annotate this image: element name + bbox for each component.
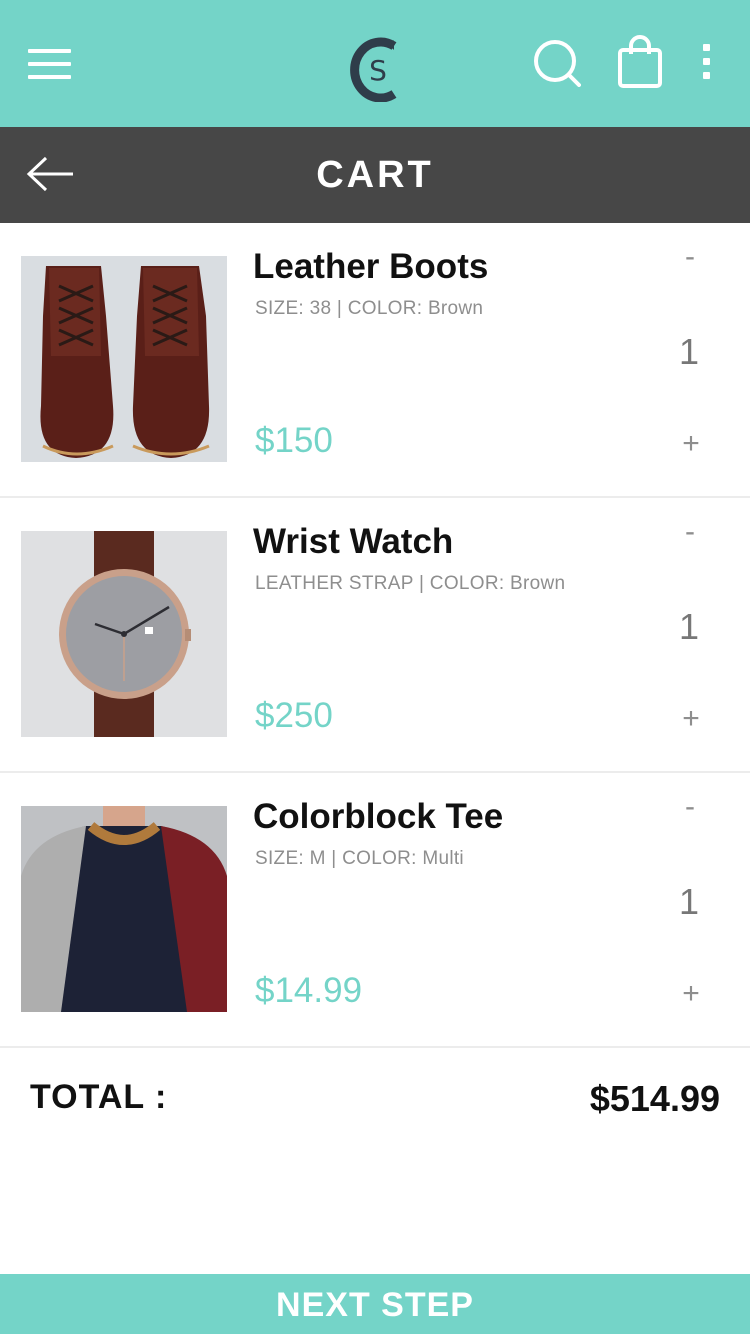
product-price: $14.99: [255, 971, 363, 1010]
next-step-button[interactable]: NEXT STEP: [0, 1274, 750, 1334]
product-meta: LEATHER STRAP | COLOR: Brown: [255, 573, 566, 594]
product-meta: SIZE: M | COLOR: Multi: [255, 848, 464, 869]
brand-logo[interactable]: S: [348, 36, 404, 103]
cart-item: Wrist Watch LEATHER STRAP | COLOR: Brown…: [0, 498, 750, 773]
decrease-quantity-button[interactable]: -: [672, 514, 708, 550]
decrease-quantity-button[interactable]: -: [672, 789, 708, 825]
product-image-leather-boots[interactable]: [21, 256, 227, 462]
product-meta: SIZE: 38 | COLOR: Brown: [255, 298, 484, 319]
more-vertical-icon[interactable]: [698, 44, 716, 84]
total-value: $514.99: [589, 1078, 720, 1119]
product-price: $150: [255, 421, 333, 460]
hamburger-menu-icon[interactable]: [28, 49, 72, 79]
cart-item: Leather Boots SIZE: 38 | COLOR: Brown $1…: [0, 223, 750, 498]
product-image-colorblock-tee[interactable]: [21, 806, 227, 1012]
cart-item: Colorblock Tee SIZE: M | COLOR: Multi $1…: [0, 773, 750, 1048]
quantity-value: 1: [678, 331, 700, 372]
decrease-quantity-button[interactable]: -: [672, 239, 708, 275]
product-name[interactable]: Wrist Watch: [253, 522, 453, 562]
logo-letter: S: [369, 54, 387, 87]
increase-quantity-button[interactable]: +: [673, 701, 709, 737]
increase-quantity-button[interactable]: +: [673, 426, 709, 462]
page-title: CART: [316, 154, 434, 196]
increase-quantity-button[interactable]: +: [673, 976, 709, 1012]
quantity-value: 1: [678, 606, 700, 647]
quantity-value: 1: [678, 881, 700, 922]
product-image-wrist-watch[interactable]: [21, 531, 227, 737]
shopping-bag-icon[interactable]: [616, 34, 664, 88]
search-icon[interactable]: [533, 39, 581, 87]
product-name[interactable]: Colorblock Tee: [253, 797, 503, 837]
total-label: TOTAL :: [30, 1078, 168, 1116]
product-price: $250: [255, 696, 333, 735]
product-name[interactable]: Leather Boots: [253, 247, 488, 287]
